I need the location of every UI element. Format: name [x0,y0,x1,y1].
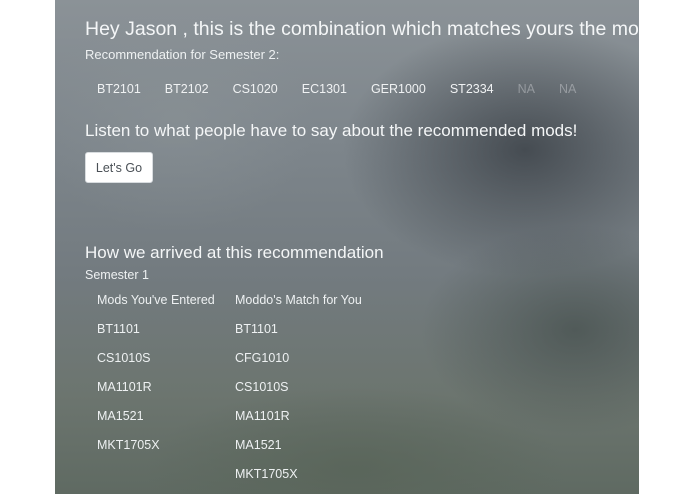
greeting-heading: Hey Jason , this is the combination whic… [85,18,639,40]
match-mod-item: CS1010S [235,380,289,394]
recommended-mod-chip[interactable]: GER1000 [359,74,438,104]
lets-go-button[interactable]: Let's Go [85,152,153,183]
recommended-mod-chip[interactable]: ST2334 [438,74,506,104]
match-mods-column: Moddo's Match for You BT1101 CFG1010 CS101… [235,288,375,491]
explanation-heading: How we arrived at this recommendation [85,243,384,262]
reviews-prompt: Listen to what people have to say about … [85,121,578,140]
entered-mod-item: CS1010S [97,351,151,365]
match-mod-item: MA1101R [235,409,290,423]
match-mods-header: Moddo's Match for You [235,293,362,307]
recommendation-panel: Hey Jason , this is the combination whic… [55,0,639,494]
semester-recommendation-label: Recommendation for Semester 2: [85,47,280,62]
entered-mod-item: MKT1705X [97,438,160,452]
semester-label: Semester 1 [85,268,149,282]
recommended-mod-chip[interactable]: EC1301 [290,74,359,104]
entered-mod-item: BT1101 [97,322,140,336]
entered-mod-item: MA1521 [97,409,144,423]
match-mod-item: MKT1705X [235,467,298,481]
match-mod-item: BT1101 [235,322,278,336]
entered-mods-header: Mods You've Entered [97,293,215,307]
entered-mods-column: Mods You've Entered BT1101 CS1010S MA1101R… [97,288,237,462]
recommended-mod-chip[interactable]: NA [506,74,547,104]
entered-mod-item: MA1101R [97,380,152,394]
recommended-mod-chip[interactable]: BT2102 [153,74,221,104]
recommended-mods-list: BT2101 BT2102 CS1020 EC1301 GER1000 ST2334 NA N… [85,74,588,104]
recommended-mod-chip[interactable]: CS1020 [221,74,290,104]
recommended-mod-chip[interactable]: BT2101 [85,74,153,104]
match-mod-item: CFG1010 [235,351,290,365]
match-mod-item: MA1521 [235,438,282,452]
recommended-mod-chip[interactable]: NA [547,74,588,104]
